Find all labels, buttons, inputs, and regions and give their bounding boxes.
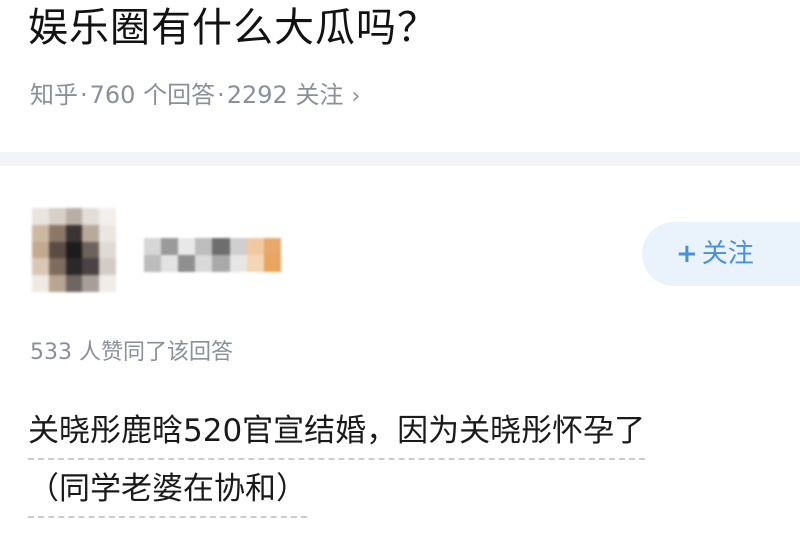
upvote-count: 533 人赞同了该回答	[30, 340, 233, 365]
answer-text-line: 关晓彤鹿晗520官宣结婚，因为关晓彤怀孕了	[28, 406, 646, 460]
plus-icon: +	[676, 239, 698, 269]
follow-button[interactable]: + 关注	[642, 222, 800, 286]
question-title[interactable]: 娱乐圈有什么大瓜吗？	[28, 2, 438, 54]
avatar[interactable]	[32, 208, 116, 292]
followers-count: 2292 关注	[226, 81, 344, 109]
question-meta[interactable]: 知乎·760 个回答·2292 关注 ›	[30, 78, 360, 114]
author-name-blurred[interactable]	[144, 238, 298, 272]
answer-text-line: （同学老婆在协和）	[28, 464, 307, 518]
follow-label: 关注	[701, 239, 754, 269]
meta-separator: ·	[80, 81, 88, 109]
source-label: 知乎	[30, 81, 78, 109]
section-divider	[0, 152, 800, 166]
answers-count: 760 个回答	[89, 81, 216, 109]
answer-body[interactable]: 关晓彤鹿晗520官宣结婚，因为关晓彤怀孕了 （同学老婆在协和）	[28, 406, 788, 518]
chevron-right-icon: ›	[351, 84, 361, 109]
meta-separator: ·	[217, 81, 225, 109]
